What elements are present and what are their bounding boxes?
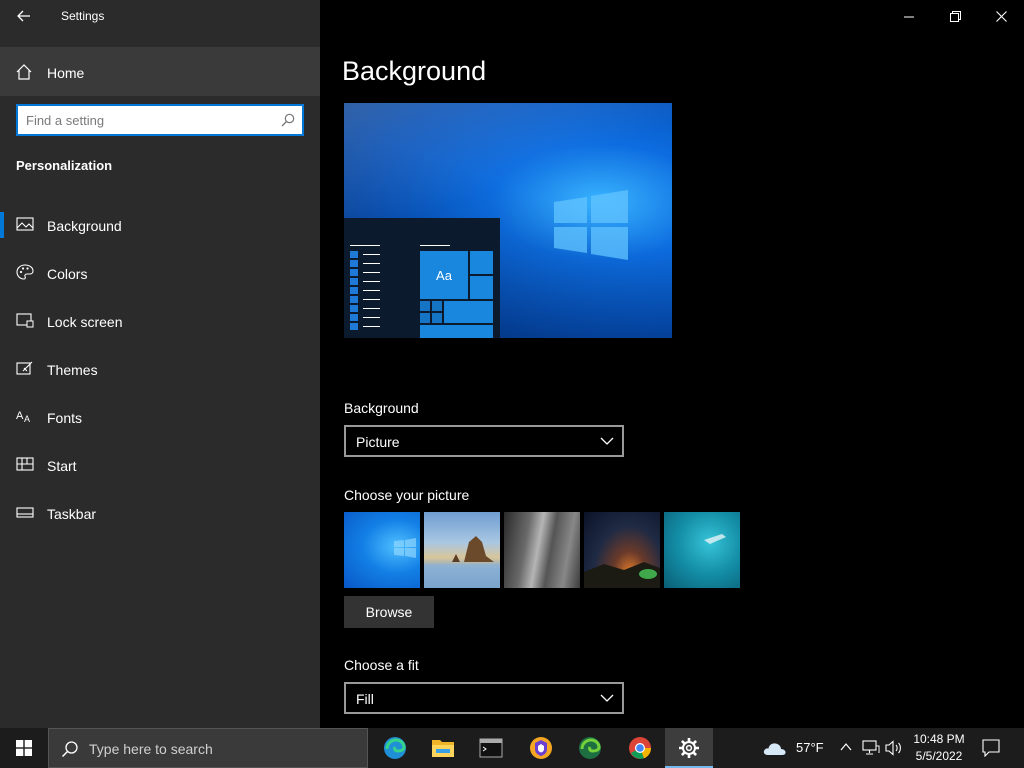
home-nav-item[interactable]: Home [0, 47, 320, 96]
search-icon[interactable] [281, 113, 295, 127]
background-preview: Aa [344, 103, 672, 338]
taskbar-app-chrome[interactable] [616, 728, 664, 768]
page-title: Background [342, 56, 487, 86]
chevron-up-icon[interactable] [840, 742, 852, 752]
sidebar-item-taskbar[interactable]: Taskbar [0, 491, 320, 535]
sidebar-item-colors[interactable]: Colors [0, 251, 320, 295]
preview-sample-tile: Aa [420, 251, 468, 299]
sidebar-item-label: Lock screen [47, 314, 123, 330]
chevron-down-icon [600, 437, 614, 445]
app-title: Settings [61, 9, 105, 23]
sidebar-item-label: Background [47, 218, 122, 234]
thumbnail-beach-rocks[interactable] [424, 512, 500, 588]
search-icon [61, 741, 78, 758]
sidebar-item-label: Themes [47, 362, 98, 378]
taskbar-app-edge-dev[interactable] [566, 728, 614, 768]
choose-fit-label: Choose a fit [344, 657, 419, 673]
underwater-swimmer-image [704, 534, 726, 544]
themes-icon [16, 361, 33, 375]
back-button[interactable] [10, 5, 38, 27]
start-icon [16, 457, 34, 471]
picture-icon [16, 217, 34, 231]
taskbar-app-file-explorer[interactable] [419, 728, 467, 768]
taskbar-app-edge[interactable] [371, 728, 419, 768]
minimize-button[interactable] [886, 0, 932, 33]
sidebar-item-start[interactable]: Start [0, 443, 320, 487]
minimize-icon [904, 16, 914, 17]
chrome-icon [629, 737, 652, 759]
section-heading: Personalization [16, 158, 113, 173]
weather-cloud-icon[interactable] [762, 738, 788, 758]
settings-icon [679, 738, 699, 758]
thumbnail-underwater-swimmer[interactable] [664, 512, 740, 588]
edge-dev-icon [579, 737, 601, 759]
beach-rocks-image [424, 536, 500, 588]
background-label: Background [344, 400, 419, 416]
brave-icon [530, 737, 552, 759]
background-type-value: Picture [356, 434, 400, 450]
windows-logo-icon [554, 190, 628, 260]
chevron-down-icon [600, 694, 614, 702]
volume-icon[interactable] [885, 740, 903, 756]
start-button[interactable] [0, 728, 48, 768]
thumbnail-night-sky[interactable] [584, 512, 660, 588]
svg-text:A: A [24, 414, 30, 424]
fit-dropdown[interactable]: Fill [344, 682, 624, 714]
thumbnail-windows-blue[interactable] [344, 512, 420, 588]
sidebar-item-label: Fonts [47, 410, 83, 426]
terminal-icon [479, 738, 503, 758]
background-type-dropdown[interactable]: Picture [344, 425, 624, 457]
sidebar-item-fonts[interactable]: A A Fonts [0, 395, 320, 439]
back-arrow-icon [17, 10, 30, 22]
close-button[interactable] [978, 0, 1024, 33]
edge-icon [384, 737, 406, 759]
fit-value: Fill [356, 691, 374, 707]
restore-button[interactable] [932, 0, 978, 33]
sidebar-item-label: Colors [47, 266, 88, 282]
close-icon [995, 11, 1007, 22]
lock-screen-icon [16, 313, 34, 328]
taskbar-clock[interactable]: 10:48 PM 5/5/2022 [908, 731, 970, 765]
sidebar-item-label: Start [47, 458, 77, 474]
taskbar-app-settings[interactable] [665, 728, 713, 768]
notification-center-icon[interactable] [982, 739, 1000, 757]
clock-time: 10:48 PM [913, 732, 965, 746]
weather-temperature[interactable]: 57°F [796, 740, 824, 755]
svg-text:A: A [16, 410, 24, 422]
taskbar-icon [16, 507, 34, 518]
main-content: Background Aa Background Picture Choose … [320, 0, 1024, 728]
home-label: Home [47, 65, 85, 81]
home-icon [16, 64, 32, 80]
thumbnail-rock-cliff[interactable] [504, 512, 580, 588]
taskbar-app-brave[interactable] [517, 728, 565, 768]
file-explorer-icon [432, 740, 454, 757]
title-bar: Settings [0, 0, 320, 33]
setting-search-box[interactable] [16, 104, 304, 136]
windows-logo-icon [394, 538, 416, 558]
taskbar-app-terminal[interactable] [467, 728, 515, 768]
network-icon[interactable] [862, 740, 880, 756]
fonts-icon: A A [16, 410, 30, 424]
sidebar-item-themes[interactable]: Themes [0, 347, 320, 391]
sidebar-item-background[interactable]: Background [0, 203, 320, 247]
sidebar: Settings Home Personalization Background… [0, 0, 320, 728]
windows-start-icon [16, 740, 32, 756]
taskbar-search-placeholder: Type here to search [89, 741, 213, 757]
sidebar-item-label: Taskbar [47, 506, 97, 522]
sidebar-item-lock-screen[interactable]: Lock screen [0, 299, 320, 343]
restore-icon [949, 11, 961, 22]
preview-start-menu: Aa [344, 218, 500, 338]
clock-date: 5/5/2022 [915, 749, 963, 763]
choose-picture-label: Choose your picture [344, 487, 470, 503]
taskbar-search-box[interactable]: Type here to search [48, 728, 368, 768]
palette-icon [16, 264, 34, 280]
taskbar: Type here to search 57°F 10:48 PM 5/5/20… [0, 728, 1024, 768]
browse-button[interactable]: Browse [344, 596, 434, 628]
picture-thumbnails [344, 512, 744, 588]
setting-search-input[interactable] [26, 111, 274, 129]
night-sky-image [584, 562, 660, 588]
